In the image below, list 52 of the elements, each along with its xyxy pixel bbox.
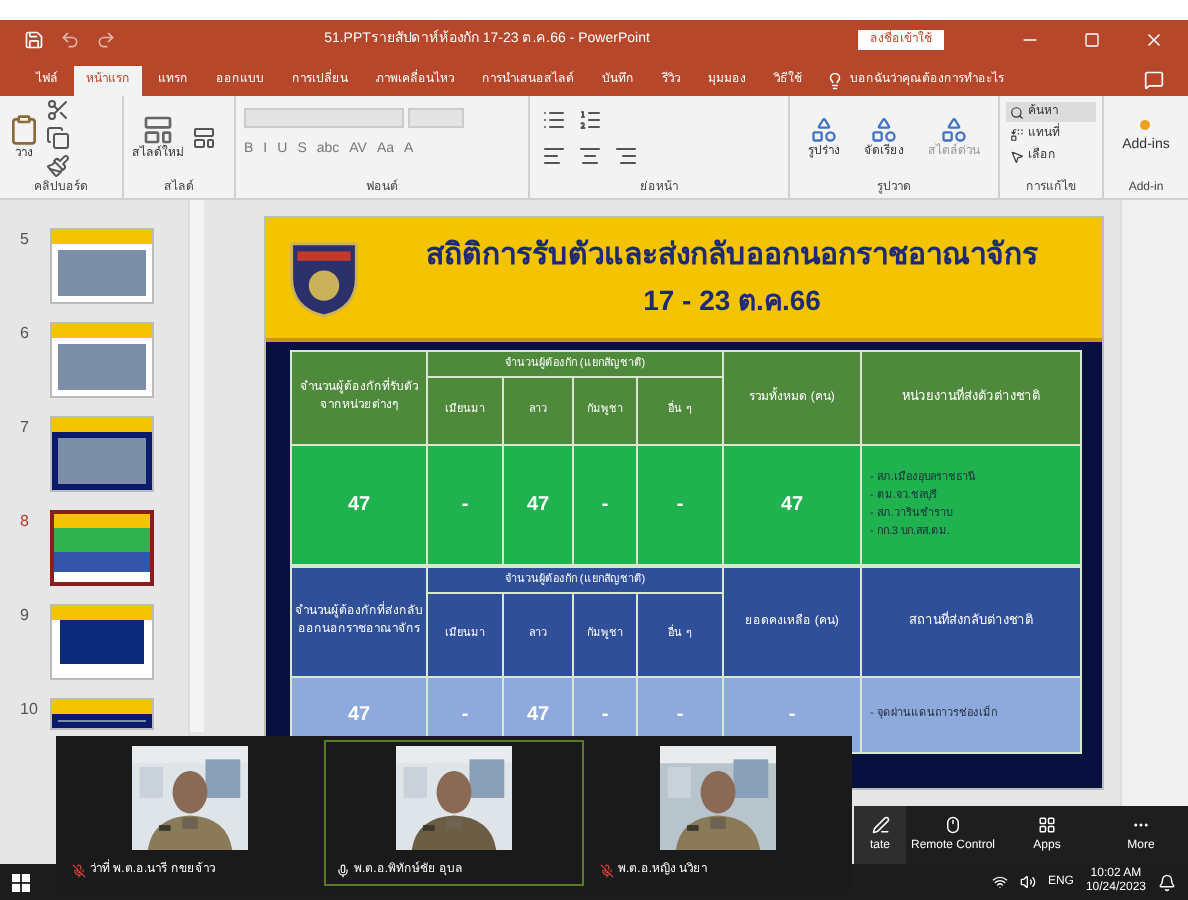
- align-center-icon[interactable]: [578, 144, 602, 168]
- layout-icon[interactable]: [192, 126, 216, 150]
- numbering-icon[interactable]: [578, 108, 602, 132]
- align-left-icon[interactable]: [542, 144, 566, 168]
- table-cell: 47: [291, 445, 427, 565]
- slide-number: 8: [20, 510, 31, 534]
- police-badge-drawing: [286, 236, 362, 320]
- align-right-icon[interactable]: [614, 144, 638, 168]
- slide-number: 10: [20, 698, 40, 722]
- slide-title: สถิติการรับตัวและส่งกลับออกนอกราชอาณาจักร: [426, 236, 1038, 277]
- search-icon: [1010, 105, 1024, 119]
- notification-icon[interactable]: [1158, 873, 1176, 891]
- font-name-field[interactable]: [244, 108, 404, 128]
- cut-icon[interactable]: [46, 98, 70, 122]
- format-painter-icon[interactable]: [46, 154, 70, 178]
- table-cell: 47: [503, 445, 573, 565]
- slide-thumbnail[interactable]: [50, 698, 154, 730]
- slide-subtitle: 17 - 23 ต.ค.66: [643, 281, 821, 320]
- grid-icon: [1038, 815, 1056, 833]
- shapes-icon: [870, 115, 898, 143]
- slide-number: 9: [20, 604, 31, 628]
- lightbulb-icon: [826, 72, 844, 90]
- clipboard-icon: [8, 113, 40, 145]
- copy-icon[interactable]: [46, 126, 70, 150]
- font-size-field[interactable]: [408, 108, 464, 128]
- table-cell: -: [573, 445, 637, 565]
- table-cell: -: [637, 445, 724, 565]
- table-cell: -: [427, 445, 503, 565]
- network-icon[interactable]: [991, 874, 1008, 890]
- save-icon[interactable]: [24, 30, 44, 50]
- slide-layout-icon: [142, 114, 174, 146]
- undo-icon[interactable]: [60, 30, 80, 50]
- shapes-icon: [940, 115, 968, 143]
- shapes-icon: [810, 115, 838, 143]
- mouse-icon: [944, 815, 962, 833]
- windows-icon[interactable]: [12, 873, 30, 891]
- comments-icon[interactable]: [1144, 70, 1164, 90]
- pen-icon: [871, 815, 889, 833]
- slide-thumbnail[interactable]: [50, 228, 154, 304]
- slide-thumbnail[interactable]: [50, 510, 154, 586]
- maximize-icon[interactable]: [1084, 32, 1100, 48]
- volume-icon[interactable]: [1019, 874, 1036, 890]
- table-cell: 47: [723, 445, 862, 565]
- slide-thumbnail[interactable]: [50, 322, 154, 398]
- slide-number: 5: [20, 228, 31, 252]
- slide-number: 7: [20, 416, 31, 440]
- slide-number: 6: [20, 322, 31, 346]
- close-icon[interactable]: [1144, 30, 1164, 50]
- cursor-icon: [1010, 149, 1024, 163]
- redo-icon[interactable]: [96, 30, 116, 50]
- slide-thumbnail[interactable]: [50, 604, 154, 680]
- slide-thumbnail[interactable]: [50, 416, 154, 492]
